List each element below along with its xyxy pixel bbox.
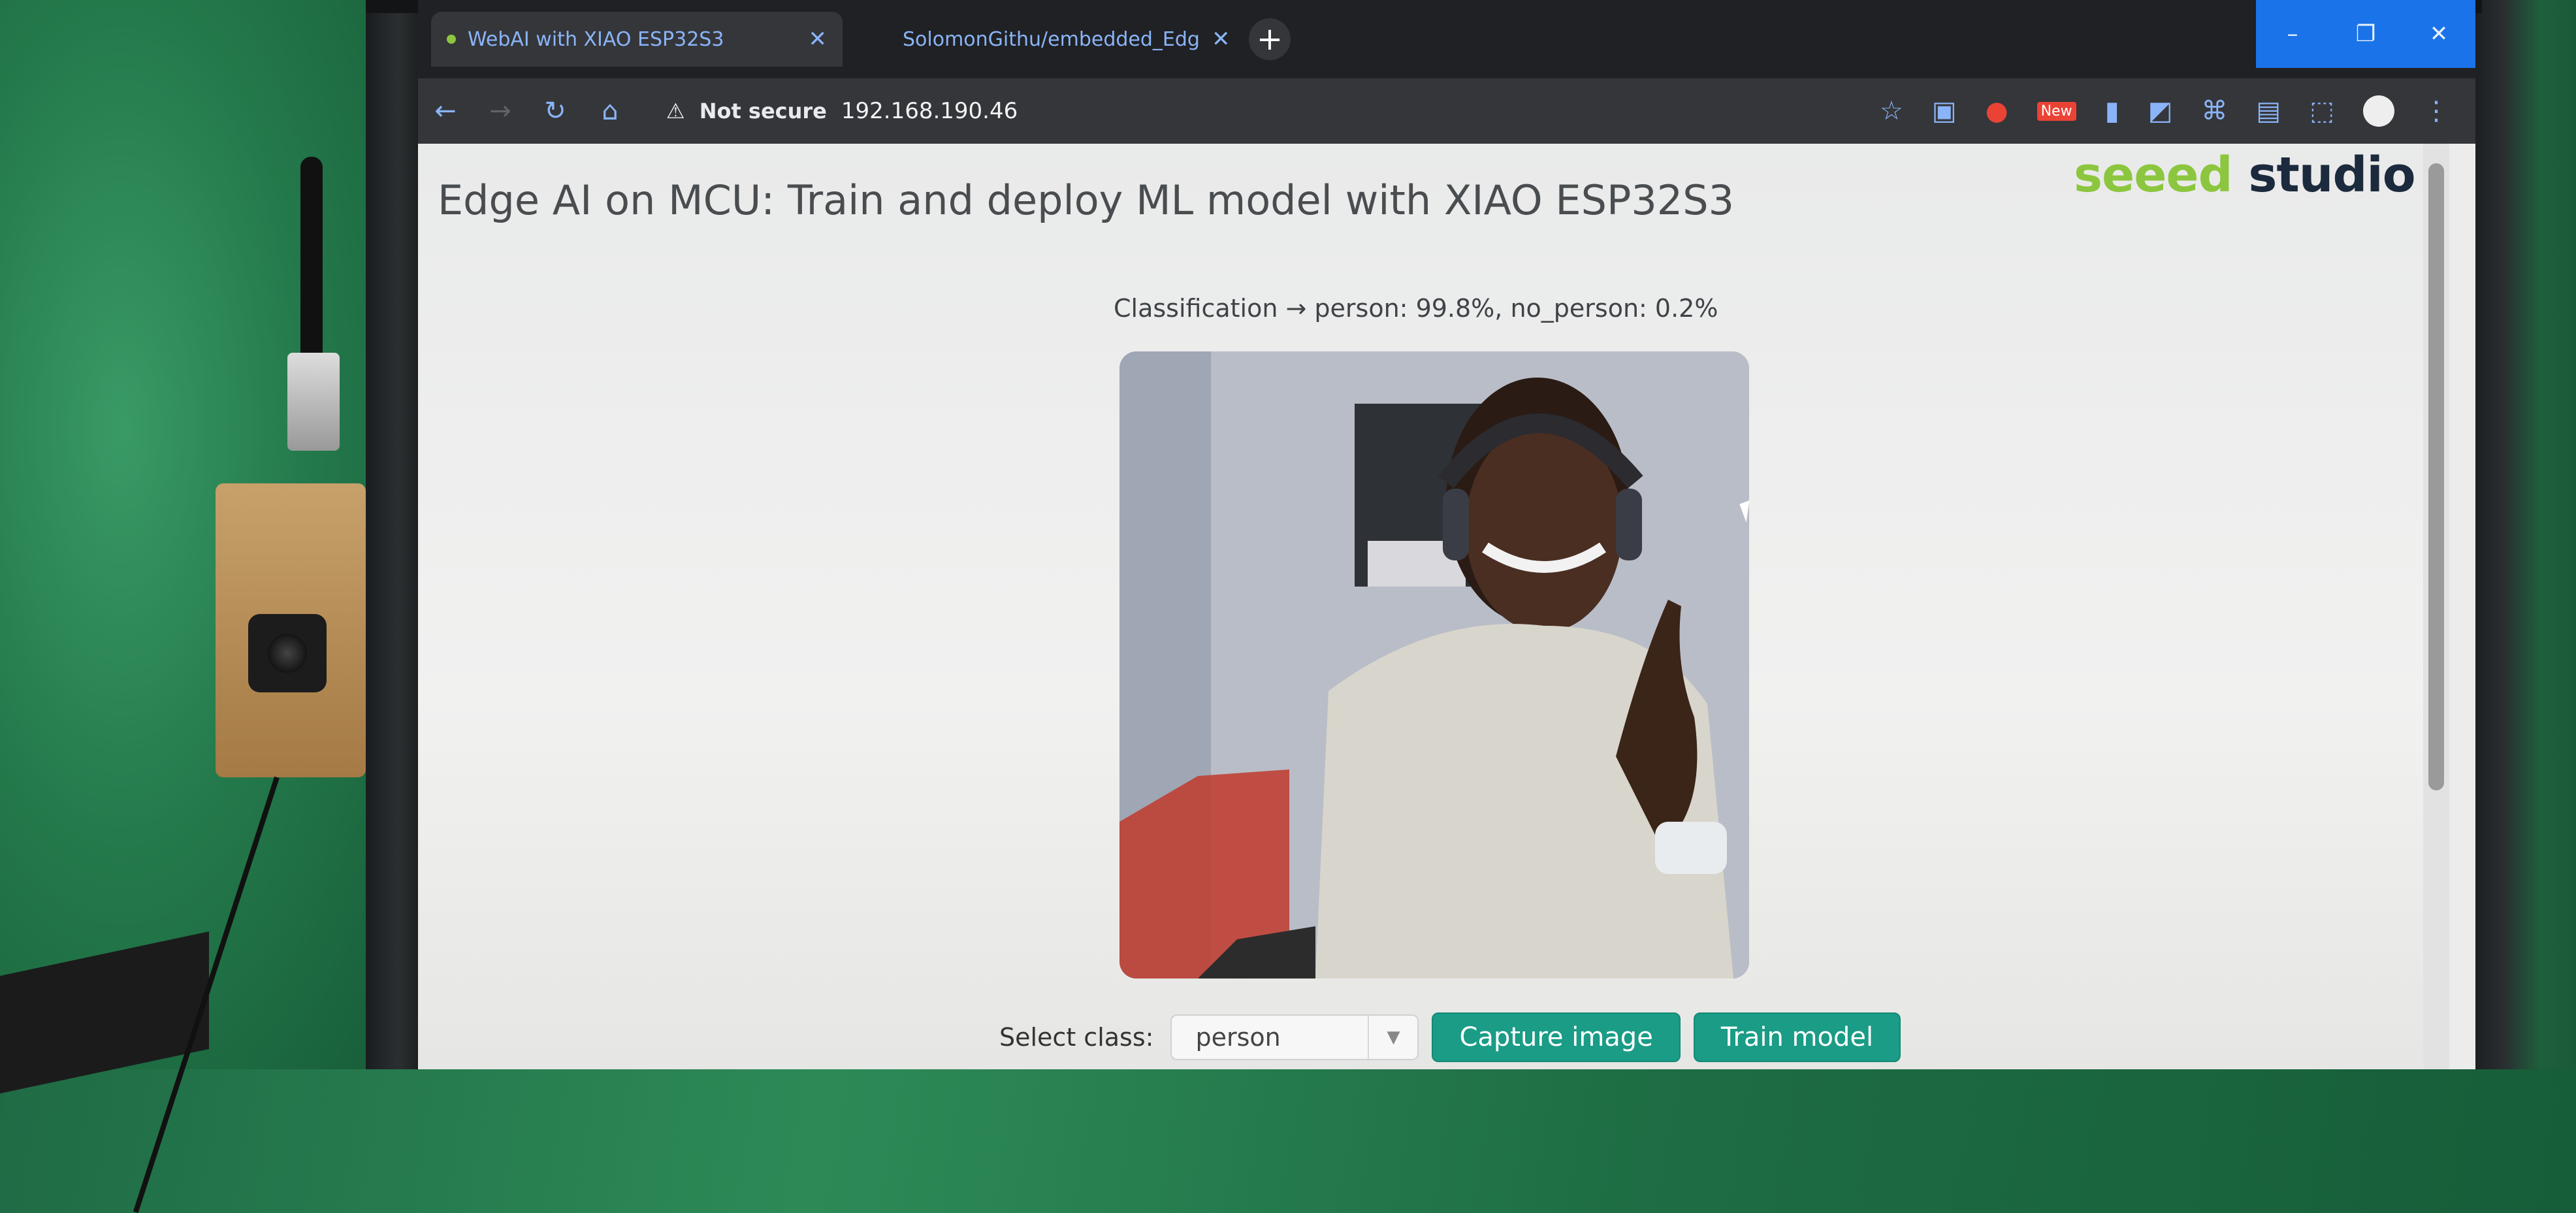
browser-toolbar: ← → ↻ ⌂ ⚠ Not secure 192.168.190.46 ☆ ▣ … — [418, 78, 2475, 144]
close-icon[interactable]: ✕ — [809, 26, 828, 52]
extension-icon[interactable]: ▤ — [2256, 96, 2281, 126]
tab-strip: WebAI with XIAO ESP32S3 ✕ SolomonGithu/e… — [418, 0, 2475, 78]
select-class-label: Select class: — [999, 1023, 1154, 1052]
page-title: Edge AI on MCU: Train and deploy ML mode… — [438, 176, 1735, 224]
reload-icon[interactable]: ↻ — [528, 96, 583, 126]
close-window-button[interactable]: ✕ — [2402, 0, 2475, 68]
tab-label: WebAI with XIAO ESP32S3 — [468, 27, 724, 51]
selected-class-value: person — [1195, 1023, 1281, 1052]
scrollbar-thumb[interactable] — [2428, 163, 2444, 790]
train-model-button[interactable]: Train model — [1693, 1012, 1901, 1062]
camera-module — [248, 614, 327, 692]
warning-icon: ⚠ — [666, 99, 685, 123]
tab-github[interactable]: SolomonGithu/embedded_Edg ✕ — [875, 12, 1241, 67]
puzzle-icon[interactable]: ⬚ — [2310, 96, 2334, 126]
minimize-button[interactable]: – — [2256, 0, 2329, 68]
tab-label: SolomonGithu/embedded_Edg — [903, 27, 1200, 51]
logo-part-seeed: seeed — [2074, 147, 2233, 203]
class-select[interactable]: person ▼ — [1170, 1014, 1419, 1060]
xiao-esp32s3-board — [133, 157, 372, 1213]
browser-window: WebAI with XIAO ESP32S3 ✕ SolomonGithu/e… — [418, 0, 2475, 1069]
window-controls: – ❐ ✕ — [2256, 0, 2475, 68]
camera-image — [1119, 351, 1749, 978]
new-tab-button[interactable]: + — [1249, 18, 1291, 60]
extension-icon[interactable]: ⌘ — [2201, 96, 2227, 126]
menu-icon[interactable]: ⋮ — [2423, 96, 2449, 126]
usb-plug — [287, 353, 340, 451]
back-icon[interactable]: ← — [418, 96, 473, 126]
tab-webai[interactable]: WebAI with XIAO ESP32S3 ✕ — [431, 12, 843, 67]
seeed-studio-logo: seeed studio — [2074, 147, 2416, 203]
web-page: Edge AI on MCU: Train and deploy ML mode… — [418, 144, 2449, 1069]
close-icon[interactable]: ✕ — [1212, 26, 1231, 52]
restore-button[interactable]: ❐ — [2329, 0, 2402, 68]
page-scrollbar[interactable] — [2423, 144, 2449, 1069]
url-text[interactable]: 192.168.190.46 — [841, 98, 1018, 124]
extension-icon[interactable]: ▣ — [1932, 96, 1957, 126]
logo-part-studio: studio — [2248, 147, 2415, 203]
address-bar[interactable]: ⚠ Not secure 192.168.190.46 — [651, 88, 1033, 134]
classification-result: Classification → person: 99.8%, no_perso… — [1114, 294, 1718, 323]
camera-feed — [1119, 351, 1749, 978]
profile-avatar[interactable] — [2363, 95, 2394, 127]
extension-icon[interactable]: ◩ — [2148, 96, 2173, 126]
home-icon[interactable]: ⌂ — [583, 96, 637, 126]
extension-icons: ☆ ▣ ● New ▮ ◩ ⌘ ▤ ⬚ ⋮ — [1880, 78, 2449, 144]
capture-controls: Select class: person ▼ Capture image Tra… — [999, 1012, 1901, 1062]
extension-icon[interactable]: ▮ — [2105, 96, 2119, 126]
new-badge[interactable]: New — [2037, 101, 2076, 121]
capture-image-button[interactable]: Capture image — [1432, 1012, 1681, 1062]
forward-icon[interactable]: → — [473, 96, 528, 126]
star-icon[interactable]: ☆ — [1880, 96, 1903, 126]
security-label: Not secure — [699, 99, 827, 123]
extension-icon[interactable]: ● — [1986, 96, 2008, 126]
seeed-favicon-icon — [447, 35, 456, 44]
chevron-down-icon[interactable]: ▼ — [1368, 1016, 1417, 1059]
